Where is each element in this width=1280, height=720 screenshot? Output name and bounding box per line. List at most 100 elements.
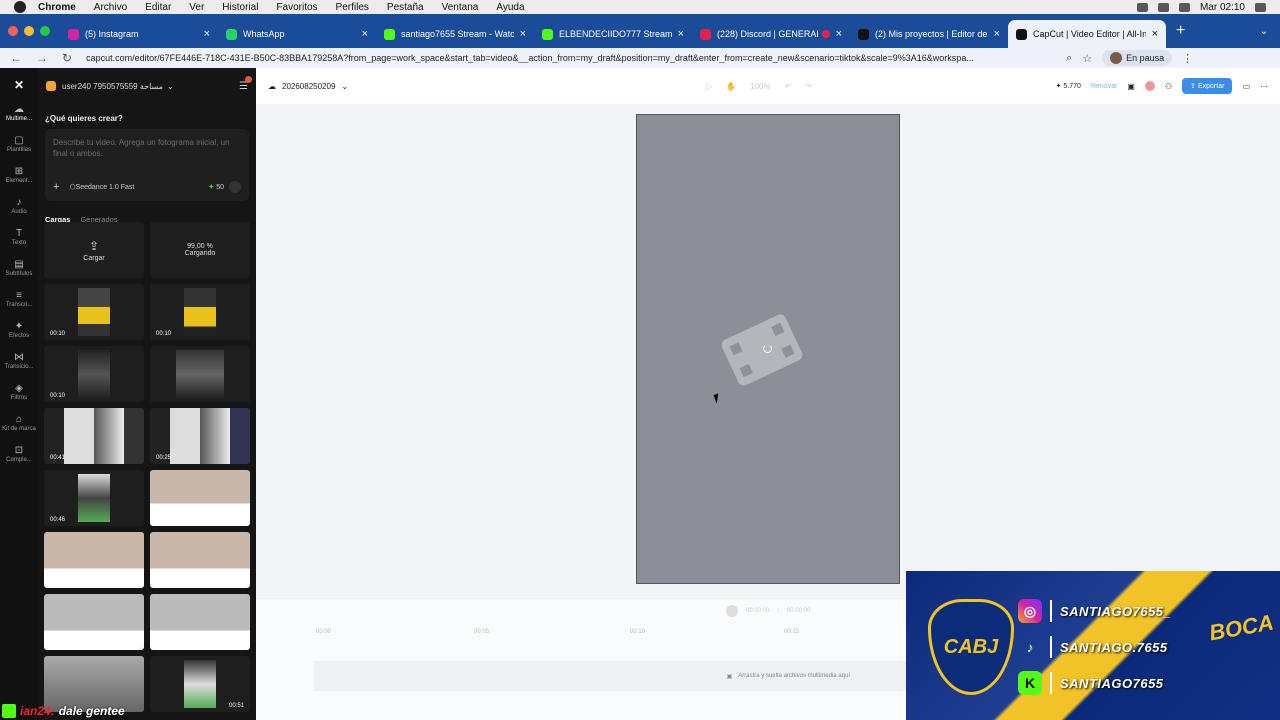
zoom-level[interactable]: 100% (750, 82, 770, 91)
timeline-drop-zone[interactable]: ▣ Arrastra y suelta archivos multimedia … (314, 661, 910, 691)
model-selector[interactable]: Seedance 1.0 Fast (76, 182, 135, 193)
tab-whatsapp[interactable]: WhatsApp × (218, 20, 376, 48)
close-tab-icon[interactable]: × (994, 28, 1000, 40)
share-user-icon[interactable]: ⚇ (1165, 82, 1172, 91)
menu-historial[interactable]: Historial (222, 2, 258, 13)
clock[interactable]: Mar 02:10 (1200, 2, 1245, 13)
redo-icon[interactable]: ↷ (805, 82, 812, 91)
media-item[interactable]: 00:14 (150, 594, 250, 650)
prompt-input[interactable]: Describe tu video. Agrega un fotograma i… (53, 138, 230, 158)
close-tab-icon[interactable]: × (678, 28, 684, 40)
close-tab-icon[interactable]: × (362, 28, 368, 40)
tab-kick-santiago[interactable]: santiago7655 Stream - Watch × (376, 20, 534, 48)
rail-texto[interactable]: T Texto (0, 229, 38, 247)
menu-app-name[interactable]: Chrome (38, 2, 76, 13)
wifi-icon[interactable] (1136, 2, 1148, 12)
media-item[interactable] (150, 346, 250, 402)
close-tab-icon[interactable]: × (1152, 28, 1158, 40)
monitor-icon[interactable]: ▭ (1242, 82, 1250, 91)
url-field[interactable]: capcut.com/editor/67FE446E-718C-431E-B50… (86, 53, 1066, 63)
play-button[interactable] (726, 605, 738, 617)
menu-editar[interactable]: Editar (145, 2, 171, 13)
media-item[interactable]: 00:10 (150, 284, 250, 340)
tab-search-icon[interactable]: ⌄ (1260, 26, 1268, 37)
preview-canvas[interactable] (636, 114, 900, 584)
reload-icon[interactable]: ↻ (62, 51, 72, 65)
project-name[interactable]: 202608250209 (282, 82, 335, 91)
rail-transcripcion[interactable]: ≡ Transcri... (0, 291, 38, 309)
tab-capcut-editor[interactable]: CapCut | Video Editor | All-In- × (1008, 20, 1166, 48)
capcut-logo-icon[interactable]: ✕ (0, 78, 38, 92)
rail-subtitulos[interactable]: ▤ Subtítulos (0, 260, 38, 278)
menu-favoritos[interactable]: Favoritos (276, 2, 317, 13)
select-tool-icon[interactable]: ▷ (706, 82, 712, 91)
more-icon[interactable]: ⋮ (1182, 52, 1193, 65)
profile-button[interactable]: En pausa (1102, 50, 1173, 66)
maximize-window-button[interactable] (40, 26, 50, 36)
export-button[interactable]: ⇪ Exportar (1182, 78, 1233, 94)
minimize-window-button[interactable] (24, 26, 34, 36)
media-item[interactable]: 00:46 (44, 470, 144, 526)
menu-archivo[interactable]: Archivo (94, 2, 127, 13)
zoom-icon[interactable]: ⌕ (1066, 52, 1072, 65)
generate-button[interactable] (229, 181, 241, 193)
rail-filtros[interactable]: ◈ Filtros (0, 384, 38, 402)
tab-mis-proyectos[interactable]: (2) Mis proyectos | Editor de × (850, 20, 1008, 48)
media-item[interactable]: 00:10 (44, 346, 144, 402)
forward-icon[interactable]: → (36, 51, 48, 65)
gift-icon[interactable]: ▣ (1127, 82, 1135, 91)
rail-plantillas[interactable]: ▢ Plantillas (0, 136, 38, 154)
media-item[interactable]: 00:25 (150, 408, 250, 464)
close-tab-icon[interactable]: × (836, 28, 842, 40)
duration: 00:14 (156, 517, 172, 523)
close-tab-icon[interactable]: × (204, 28, 210, 40)
add-frame-icon[interactable]: + (53, 181, 59, 193)
bookmark-icon[interactable]: ☆ (1082, 52, 1092, 65)
tab-discord[interactable]: (228) Discord | GENERAL | × (692, 20, 850, 48)
rail-audio[interactable]: ♪ Audio (0, 198, 38, 216)
menu-icon[interactable]: ☰ (239, 75, 252, 92)
siri-icon[interactable] (1255, 2, 1266, 12)
rail-efectos[interactable]: ✦ Efectos (0, 322, 38, 340)
loading-spinner-icon (763, 344, 772, 353)
media-item[interactable]: 00:41 (44, 408, 144, 464)
new-tab-button[interactable]: + (1176, 22, 1185, 40)
tab-instagram[interactable]: (5) Instagram × (60, 20, 218, 48)
account-switcher[interactable]: user240 مساحة 7950575559 (62, 82, 163, 91)
media-item[interactable]: 00:09 (150, 532, 250, 588)
more-icon[interactable]: ⋯ (1260, 82, 1268, 91)
rail-transiciones[interactable]: ⋈ Transicio... (0, 353, 38, 371)
undo-icon[interactable]: ↶ (785, 82, 792, 91)
chevron-down-icon[interactable]: ⌄ (167, 82, 174, 91)
tab-kick-elbendeciido[interactable]: ELBENDECIIDO777 Stream - W × (534, 20, 692, 48)
menu-ver[interactable]: Ver (189, 2, 204, 13)
battery-icon[interactable] (1157, 2, 1169, 12)
renew-link[interactable]: Renovar (1091, 83, 1117, 90)
back-icon[interactable]: ← (10, 51, 22, 65)
rail-multimedia[interactable]: ☁ Multime... (0, 105, 38, 123)
rail-complementos[interactable]: ⊡ Comple... (0, 446, 38, 464)
credits-counter[interactable]: ✦ 5.770 (1056, 82, 1081, 90)
close-window-button[interactable] (8, 26, 18, 36)
rail-kit-marca[interactable]: ⌂ Kit de marca (0, 415, 38, 433)
menu-pestana[interactable]: Pestaña (387, 2, 424, 13)
ai-prompt-box[interactable]: Describe tu video. Agrega un fotograma i… (45, 129, 249, 201)
chevron-down-icon[interactable]: ⌄ (341, 82, 348, 91)
upload-button[interactable]: ⇪ Cargar (44, 222, 144, 278)
window-controls (8, 26, 50, 36)
hand-tool-icon[interactable]: ✋ (726, 82, 736, 91)
rail-elementos[interactable]: ⊞ Element... (0, 167, 38, 185)
user-avatar[interactable] (1144, 81, 1155, 91)
menu-ventana[interactable]: Ventana (442, 2, 479, 13)
close-tab-icon[interactable]: × (520, 28, 526, 40)
menu-perfiles[interactable]: Perfiles (336, 2, 369, 13)
apple-icon[interactable] (14, 1, 26, 13)
media-item[interactable]: 00:10 (44, 284, 144, 340)
project-title[interactable]: ☁ 202608250209 ⌄ (268, 82, 348, 91)
volume-icon[interactable] (1178, 2, 1190, 12)
media-item[interactable]: 00:51 (150, 656, 250, 712)
media-item[interactable]: 00:14 (150, 470, 250, 526)
menu-ayuda[interactable]: Ayuda (496, 2, 524, 13)
media-item[interactable]: 00:14 (44, 532, 144, 588)
media-item[interactable]: 00:14 (44, 594, 144, 650)
